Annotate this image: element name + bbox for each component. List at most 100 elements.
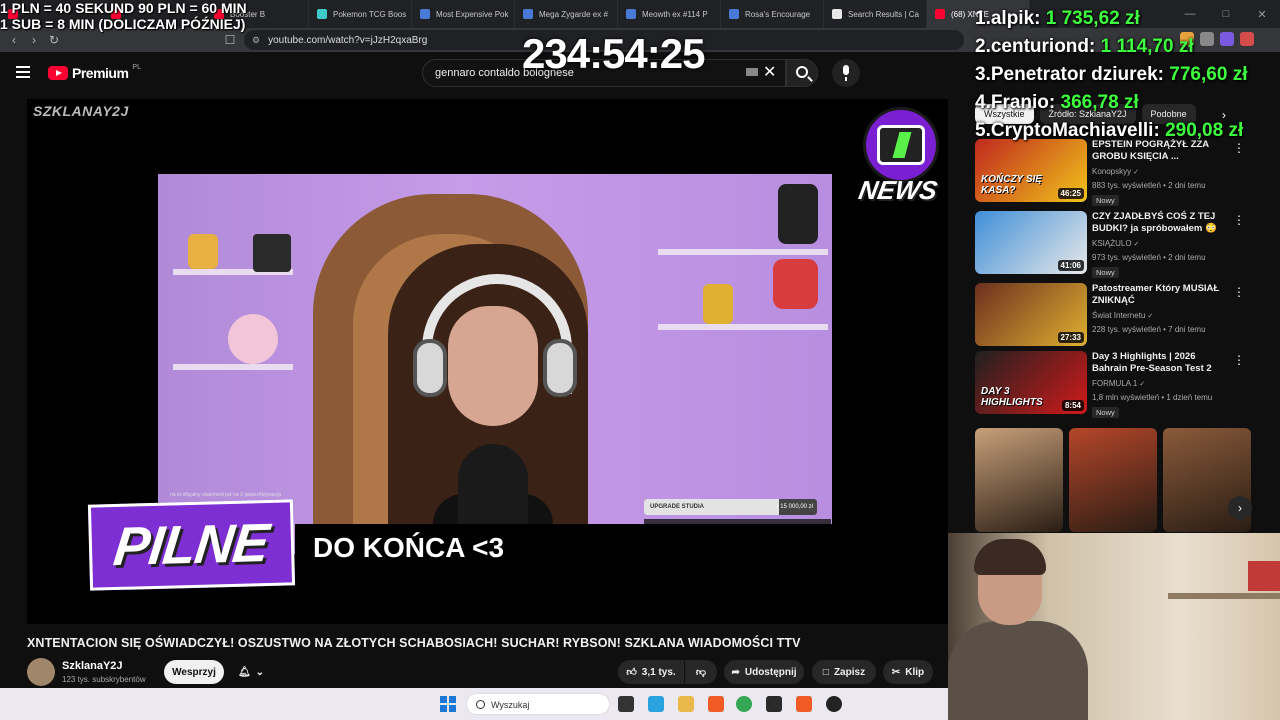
more-options-icon[interactable]: ⋮ bbox=[1233, 141, 1245, 155]
share-label: Udostępnij bbox=[744, 666, 797, 678]
recommendation-title: CZY ZJADŁBYŚ COŚ Z TEJ BUDKI? ja spróbow… bbox=[1092, 211, 1217, 234]
clear-search-icon[interactable]: ✕ bbox=[763, 62, 776, 82]
like-button[interactable]: 👍︎ 3,1 tys. bbox=[618, 660, 684, 684]
extension-icon[interactable] bbox=[1240, 32, 1254, 46]
file-explorer-icon[interactable] bbox=[678, 696, 694, 712]
browser-tab-label: Most Expensive Pok bbox=[436, 9, 509, 19]
browser-tab[interactable]: Most Expensive Pok bbox=[412, 0, 515, 28]
save-label: Zapisz bbox=[833, 666, 866, 678]
leaderboard-rank: 4. bbox=[975, 92, 991, 113]
chevron-down-icon: ⌄ bbox=[255, 666, 265, 678]
extension-icon[interactable] bbox=[1220, 32, 1234, 46]
leaderboard-amount: 366,78 zł bbox=[1060, 92, 1139, 113]
app-icon[interactable] bbox=[766, 696, 782, 712]
taskbar-search[interactable]: Wyszukaj bbox=[466, 693, 610, 715]
x-news-logo: NEWS bbox=[856, 107, 943, 211]
recommendation-item[interactable]: 27:33 Patostreamer Który MUSIAŁ ZNIKNĄĆ Św… bbox=[975, 283, 1245, 347]
bookmark-icon[interactable]: ☐ bbox=[220, 30, 240, 50]
more-options-icon[interactable]: ⋮ bbox=[1233, 353, 1245, 367]
youtube-brand: Premium bbox=[72, 65, 129, 81]
browser-tab[interactable]: Search Results | Ca bbox=[824, 0, 927, 28]
recommendation-meta: 228 tys. wyświetleń • 7 dni temu bbox=[1092, 325, 1206, 334]
maximize-icon[interactable]: □ bbox=[1208, 0, 1244, 28]
brave-icon[interactable] bbox=[796, 696, 812, 712]
windows-start-icon[interactable] bbox=[440, 696, 456, 712]
leaderboard-entry: 5.CryptoMachiavelli: 290,08 zł bbox=[975, 120, 1243, 142]
short-thumbnail[interactable] bbox=[975, 428, 1063, 532]
voice-search-button[interactable] bbox=[832, 59, 860, 87]
extension-icon[interactable] bbox=[1200, 32, 1214, 46]
video-thumbnail[interactable]: 41:06 bbox=[975, 211, 1087, 274]
page-icon bbox=[729, 9, 739, 19]
recommendation-meta: 883 tys. wyświetleń • 2 dni temu bbox=[1092, 181, 1206, 190]
leaderboard-name: Penetrator dziurek: bbox=[990, 64, 1165, 85]
pricing-overlay: 1 PLN = 40 SEKUND 90 PLN = 60 MIN 1 SUB … bbox=[0, 0, 247, 32]
lucky-cat bbox=[703, 284, 733, 324]
browser-tab[interactable]: Mega Zygarde ex # bbox=[515, 0, 618, 28]
webcam-shelf bbox=[1168, 593, 1280, 599]
browser-tab[interactable]: Meowth ex #114 P bbox=[618, 0, 721, 28]
search-button[interactable] bbox=[786, 59, 818, 87]
page-icon bbox=[523, 9, 533, 19]
menu-icon[interactable] bbox=[16, 66, 30, 78]
subathon-timer: 234:54:25 bbox=[522, 30, 705, 77]
video-thumbnail[interactable]: 27:33 bbox=[975, 283, 1087, 346]
youtube-logo[interactable]: Premium PL bbox=[48, 63, 141, 81]
browser-tab[interactable]: Pokemon TCG Boos bbox=[309, 0, 412, 28]
leaderboard-amount: 1 114,70 zł bbox=[1100, 36, 1194, 57]
minimize-icon[interactable]: — bbox=[1172, 0, 1208, 28]
leaderboard-name: CryptoMachiavelli: bbox=[990, 120, 1160, 141]
leaderboard-entry: 3.Penetrator dziurek: 776,60 zł bbox=[975, 64, 1247, 86]
search-icon bbox=[796, 66, 808, 78]
shorts-next-button[interactable]: › bbox=[1228, 496, 1252, 520]
scissors-icon: ✂ bbox=[891, 666, 901, 678]
video-thumbnail[interactable]: KOŃCZY SIĘ KASA? 46:25 bbox=[975, 139, 1087, 202]
task-view-icon[interactable] bbox=[618, 696, 634, 712]
lower-third: DO KOŃCA <3 bbox=[295, 524, 948, 570]
shelf bbox=[658, 324, 828, 330]
recommendation-item[interactable]: KOŃCZY SIĘ KASA? 46:25 EPSTEIN POGRĄŻYŁ ZZ… bbox=[975, 139, 1245, 206]
leaderboard-rank: 3. bbox=[975, 64, 991, 85]
video-player[interactable]: SZKLANAY2J na to oficjalny statement już… bbox=[27, 99, 948, 624]
video-duration: 46:25 bbox=[1057, 188, 1084, 199]
recommendation-item[interactable]: 41:06 CZY ZJADŁBYŚ COŚ Z TEJ BUDKI? ja sp… bbox=[975, 211, 1245, 278]
obs-icon[interactable] bbox=[826, 696, 842, 712]
reload-icon[interactable]: ↻ bbox=[44, 30, 64, 50]
more-options-icon[interactable]: ⋮ bbox=[1233, 285, 1245, 299]
channel-avatar[interactable] bbox=[27, 658, 55, 686]
save-button[interactable]: □ Zapisz bbox=[812, 660, 876, 684]
window-controls: — □ ✕ bbox=[1172, 0, 1280, 28]
more-options-icon[interactable]: ⋮ bbox=[1233, 213, 1245, 227]
headset-earcup bbox=[543, 339, 577, 397]
bookmark-icon: □ bbox=[822, 666, 829, 678]
youtube-region: PL bbox=[132, 63, 141, 71]
browser-tab[interactable]: Rosa's Encourage bbox=[721, 0, 824, 28]
leaderboard-rank: 1. bbox=[975, 8, 991, 29]
site-info-icon[interactable]: ⚙ bbox=[252, 35, 260, 46]
keyboard-icon[interactable] bbox=[746, 68, 758, 76]
copilot-icon[interactable] bbox=[648, 696, 664, 712]
webcam-streamer-body bbox=[948, 621, 1088, 720]
brave-icon[interactable] bbox=[708, 696, 724, 712]
chrome-icon[interactable] bbox=[736, 696, 752, 712]
browser-tab-label: Mega Zygarde ex # bbox=[539, 9, 608, 19]
support-button[interactable]: Wesprzyj bbox=[164, 660, 224, 684]
close-icon[interactable]: ✕ bbox=[1244, 0, 1280, 28]
share-button[interactable]: ➦ Udostępnij bbox=[724, 660, 804, 684]
clip-button[interactable]: ✂ Klip bbox=[883, 660, 933, 684]
channel-name[interactable]: SzklanaY2J bbox=[62, 660, 123, 672]
forward-icon[interactable]: › bbox=[24, 30, 44, 50]
video-thumbnail[interactable]: DAY 3 HIGHLIGHTS 8:54 bbox=[975, 351, 1087, 414]
recommendation-item[interactable]: DAY 3 HIGHLIGHTS 8:54 Day 3 Highlights | 2… bbox=[975, 351, 1245, 418]
donation-goal-label: UPGRADE STUDIA bbox=[650, 504, 705, 510]
short-thumbnail[interactable] bbox=[1069, 428, 1157, 532]
pilne-banner: PILNE bbox=[87, 499, 296, 591]
page-icon bbox=[626, 9, 636, 19]
notifications-button[interactable]: 🔔︎ ⌄ bbox=[229, 660, 273, 684]
leaderboard-amount: 776,60 zł bbox=[1169, 64, 1248, 85]
dislike-button[interactable]: 👎︎ bbox=[685, 660, 717, 684]
back-icon[interactable]: ‹ bbox=[4, 30, 24, 50]
subscriber-count: 123 tys. subskrybentów bbox=[62, 675, 146, 684]
screen: Booster B Pokemon TCG Boos Most Expensive … bbox=[0, 0, 1280, 720]
page-icon bbox=[420, 9, 430, 19]
